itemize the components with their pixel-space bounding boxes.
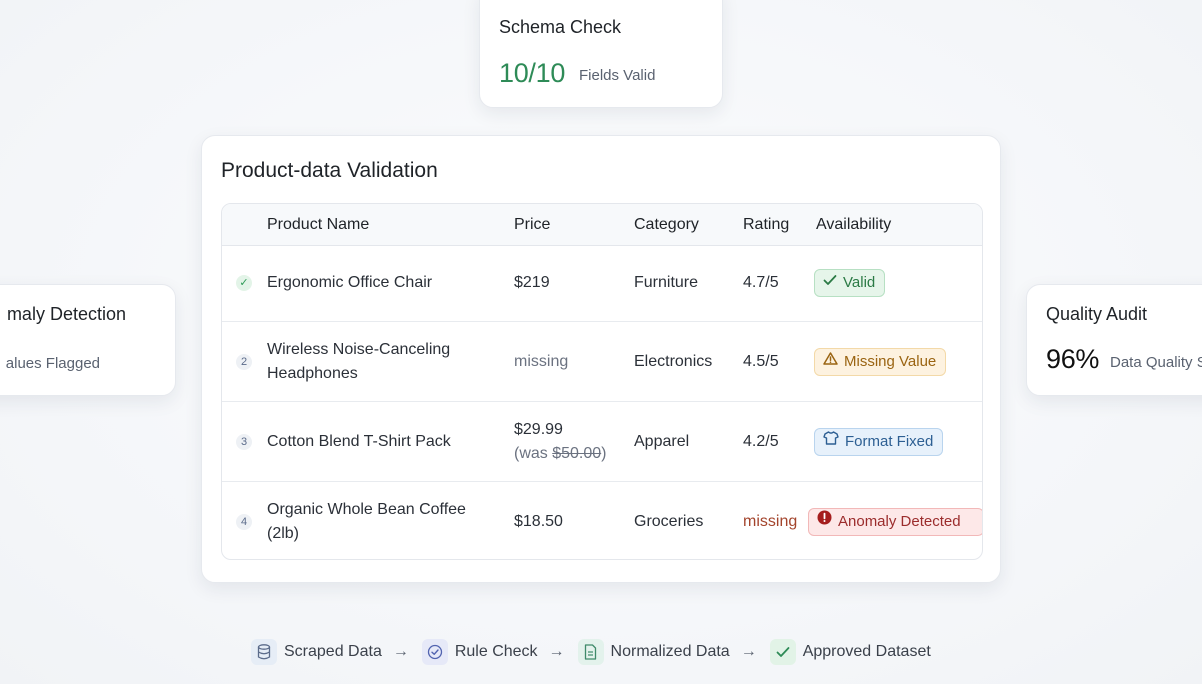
- status-badge-label: Format Fixed: [845, 433, 934, 450]
- product-category: Groceries: [634, 513, 704, 530]
- product-rating: 4.5/5: [743, 353, 779, 370]
- status-badge: Format Fixed: [814, 428, 944, 456]
- arrow-right-icon: →: [740, 643, 757, 660]
- product-price: $219: [514, 274, 550, 291]
- quality-audit-title: Quality Audit: [1046, 304, 1148, 324]
- row-number: 4: [236, 514, 252, 530]
- column-header-availability: Availability: [816, 216, 892, 233]
- product-rating: missing: [743, 513, 798, 530]
- price-was-suffix: ): [601, 445, 607, 462]
- column-header-rating: Rating: [743, 216, 790, 233]
- product-name-line: Wireless Noise-Canceling: [267, 341, 451, 358]
- quality-audit-caption: Data Quality S: [1110, 354, 1202, 371]
- quality-audit-card: Quality Audit 96% Data Quality S: [1026, 284, 1202, 396]
- table-row[interactable]: ✓ Ergonomic Office Chair $219 Furniture …: [222, 245, 982, 322]
- row-number: 2: [236, 354, 252, 370]
- status-badge-label: Missing Value: [844, 353, 937, 370]
- status-badge-label: Valid: [843, 274, 876, 291]
- anomaly-detection-title: maly Detection: [6, 304, 126, 324]
- check-icon: [769, 639, 796, 665]
- pipeline-step-rule-check: Rule Check: [421, 639, 538, 665]
- quality-audit-value: 96%: [1046, 344, 1100, 374]
- anomaly-detection-caption: alues Flagged: [5, 355, 100, 372]
- product-name-line: (2lb): [267, 525, 300, 542]
- schema-check-card: Schema Check 10/10 Fields Valid: [479, 0, 723, 108]
- anomaly-detection-card: maly Detection alues Flagged: [0, 284, 176, 396]
- product-name-line: Headphones: [267, 365, 358, 382]
- product-name: Ergonomic Office Chair: [267, 274, 433, 291]
- schema-check-title: Schema Check: [499, 17, 622, 37]
- product-price: $18.50: [514, 513, 563, 530]
- product-category: Furniture: [634, 274, 699, 291]
- pipeline-step-scraped-data: Scraped Data: [251, 639, 382, 665]
- check-icon: [823, 269, 837, 295]
- column-header-product-name: Product Name: [267, 216, 370, 233]
- row-number: 3: [236, 434, 252, 450]
- pipeline-flow: Scraped Data → Rule Check → Normalized D…: [251, 638, 931, 666]
- table-row[interactable]: 2 Wireless Noise-Canceling Headphones mi…: [222, 322, 982, 402]
- status-badge: Valid: [814, 269, 886, 297]
- arrow-right-icon: →: [392, 643, 409, 660]
- product-name: Organic Whole Bean Coffee (2lb): [267, 498, 466, 546]
- product-name: Cotton Blend T-Shirt Pack: [267, 433, 451, 450]
- product-validation-card: Product-data Validation Product Name Pri…: [201, 135, 1001, 583]
- product-rating: 4.2/5: [743, 433, 779, 450]
- status-badge: Anomaly Detected: [808, 508, 982, 536]
- pipeline-step-label: Approved Dataset: [802, 643, 931, 660]
- document-icon: [577, 639, 604, 665]
- product-price: $29.99 (was $50.00): [514, 418, 607, 466]
- product-price-was: (was $50.00): [514, 442, 607, 466]
- schema-check-caption: Fields Valid: [579, 67, 656, 84]
- pipeline-step-normalized-data: Normalized Data: [577, 639, 730, 665]
- shirt-icon: [823, 428, 839, 454]
- pipeline-step-approved-dataset: Approved Dataset: [769, 639, 931, 665]
- product-category: Electronics: [634, 353, 713, 370]
- product-price: missing: [514, 353, 569, 370]
- column-header-price: Price: [514, 216, 551, 233]
- price-was-prefix: (was: [514, 445, 553, 462]
- product-rating: 4.7/5: [743, 274, 779, 291]
- pipeline-step-label: Rule Check: [454, 643, 538, 660]
- pipeline-step-label: Scraped Data: [284, 643, 382, 660]
- row-valid-check-icon: ✓: [236, 275, 252, 291]
- check-circle-icon: [421, 639, 448, 665]
- pipeline-step-label: Normalized Data: [610, 643, 730, 660]
- database-icon: [251, 639, 277, 665]
- product-name: Wireless Noise-Canceling Headphones: [267, 338, 450, 386]
- column-header-category: Category: [634, 216, 699, 233]
- product-name-line: Organic Whole Bean Coffee: [267, 501, 466, 518]
- table-row[interactable]: 3 Cotton Blend T-Shirt Pack $29.99 (was …: [222, 402, 982, 482]
- validation-table: Product Name Price Category Rating Avail…: [221, 203, 983, 560]
- status-badge: Missing Value: [814, 348, 947, 376]
- alert-circle-icon: [817, 508, 832, 534]
- schema-check-value: 10/10: [499, 58, 566, 88]
- status-badge-label: Anomaly Detected: [838, 513, 961, 530]
- table-header: Product Name Price Category Rating Avail…: [222, 204, 982, 246]
- product-price-current: $29.99: [514, 421, 563, 438]
- warning-icon: [823, 348, 838, 374]
- product-category: Apparel: [634, 433, 690, 450]
- validation-title: Product-data Validation: [221, 159, 438, 182]
- price-was-strike: $50.00: [552, 445, 602, 462]
- arrow-right-icon: →: [548, 643, 565, 660]
- table-row[interactable]: 4 Organic Whole Bean Coffee (2lb) $18.50…: [222, 482, 982, 559]
